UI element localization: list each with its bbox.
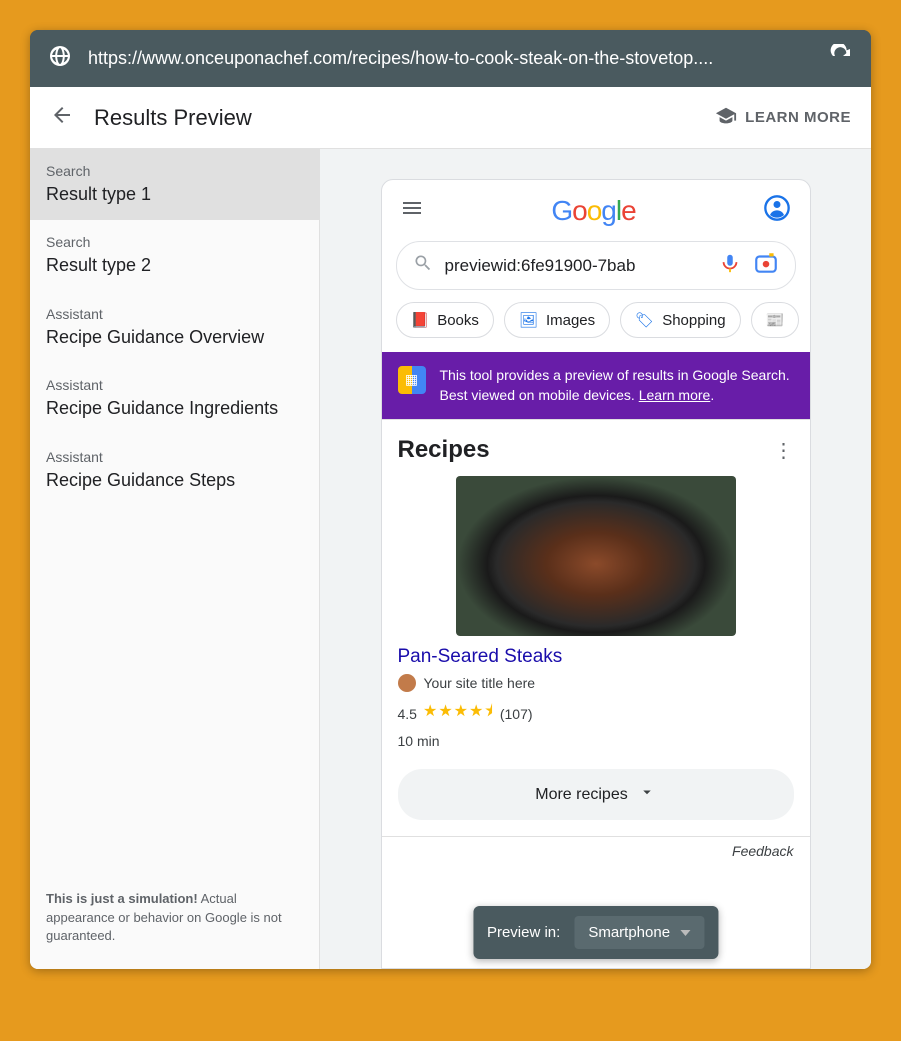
cook-time: 10 min [398,733,794,749]
sidebar-item-label: Result type 2 [46,254,303,277]
chip-icon: 🖼 [519,311,538,329]
url-text[interactable]: https://www.onceuponachef.com/recipes/ho… [88,48,813,69]
banner-learn-more-link[interactable]: Learn more [639,387,711,403]
favicon [398,674,416,692]
search-input[interactable] [445,256,707,276]
app-header: Results Preview LEARN MORE [30,87,871,149]
search-box[interactable] [396,241,796,290]
search-icon [413,253,433,278]
sidebar-item-category: Search [46,163,303,179]
globe-icon [48,44,72,73]
banner-icon: ▦ [398,366,426,394]
sidebar-item-label: Recipe Guidance Ingredients [46,397,303,420]
chip-label: Books [437,312,479,329]
learn-more-button[interactable]: LEARN MORE [715,105,851,131]
sidebar-item-4[interactable]: Assistant Recipe Guidance Steps [30,435,319,506]
url-bar: https://www.onceuponachef.com/recipes/ho… [30,30,871,87]
star-icons: ★★★★⯨ [423,700,494,727]
page-title: Results Preview [94,105,695,131]
chevron-down-icon [638,783,656,806]
sidebar-footer: This is just a simulation! Actual appear… [30,876,319,969]
preview-banner: ▦ This tool provides a preview of result… [382,352,810,419]
chip-label: Shopping [662,312,725,329]
sidebar-item-1[interactable]: Search Result type 2 [30,220,319,291]
preview-area: Google [320,149,871,969]
sidebar-item-category: Assistant [46,306,303,322]
chip-images[interactable]: 🖼 Images [504,302,610,338]
sidebar-item-label: Recipe Guidance Steps [46,469,303,492]
mobile-preview: Google [381,179,811,969]
device-dropdown[interactable]: Smartphone [574,916,704,949]
sidebar-item-label: Recipe Guidance Overview [46,326,303,349]
sidebar-item-2[interactable]: Assistant Recipe Guidance Overview [30,292,319,363]
back-icon[interactable] [50,103,74,132]
feedback-link[interactable]: Feedback [382,836,810,865]
site-title: Your site title here [424,675,536,691]
review-count: (107) [500,706,533,722]
account-icon[interactable] [763,194,791,227]
recipe-image[interactable] [456,476,736,636]
sidebar-item-0[interactable]: Search Result type 1 [30,149,319,220]
chip-icon: 🏷 [635,311,654,329]
graduation-cap-icon [715,105,737,131]
mic-icon[interactable] [719,252,741,279]
sidebar-item-category: Assistant [46,377,303,393]
more-options-icon[interactable]: ⋮ [774,438,794,463]
sidebar-item-category: Search [46,234,303,250]
recipe-card: Recipes ⋮ Pan-Seared Steaks Your site ti… [382,419,810,836]
google-logo: Google [551,195,635,227]
rating-value: 4.5 [398,706,417,722]
lens-icon[interactable] [753,250,779,281]
sidebar-item-category: Assistant [46,449,303,465]
chip-icon: 📰 [766,311,785,329]
hamburger-icon[interactable] [400,196,424,225]
chip-next[interactable]: 📰 [751,302,800,338]
chevron-down-icon [680,930,690,936]
sidebar: Search Result type 1 Search Result type 2 As… [30,149,320,969]
chip-shopping[interactable]: 🏷 Shopping [620,302,740,338]
chip-label: Images [546,312,595,329]
recipe-title-link[interactable]: Pan-Seared Steaks [398,646,794,668]
sidebar-item-3[interactable]: Assistant Recipe Guidance Ingredients [30,363,319,434]
preview-selector: Preview in: Smartphone [473,906,718,959]
chip-books[interactable]: 📕 Books [396,302,494,338]
sidebar-item-label: Result type 1 [46,183,303,206]
more-recipes-button[interactable]: More recipes [398,769,794,820]
section-title: Recipes [398,436,490,464]
preview-selector-label: Preview in: [487,924,560,941]
learn-more-label: LEARN MORE [745,109,851,126]
chip-icon: 📕 [411,311,430,329]
reload-icon[interactable] [829,44,853,73]
